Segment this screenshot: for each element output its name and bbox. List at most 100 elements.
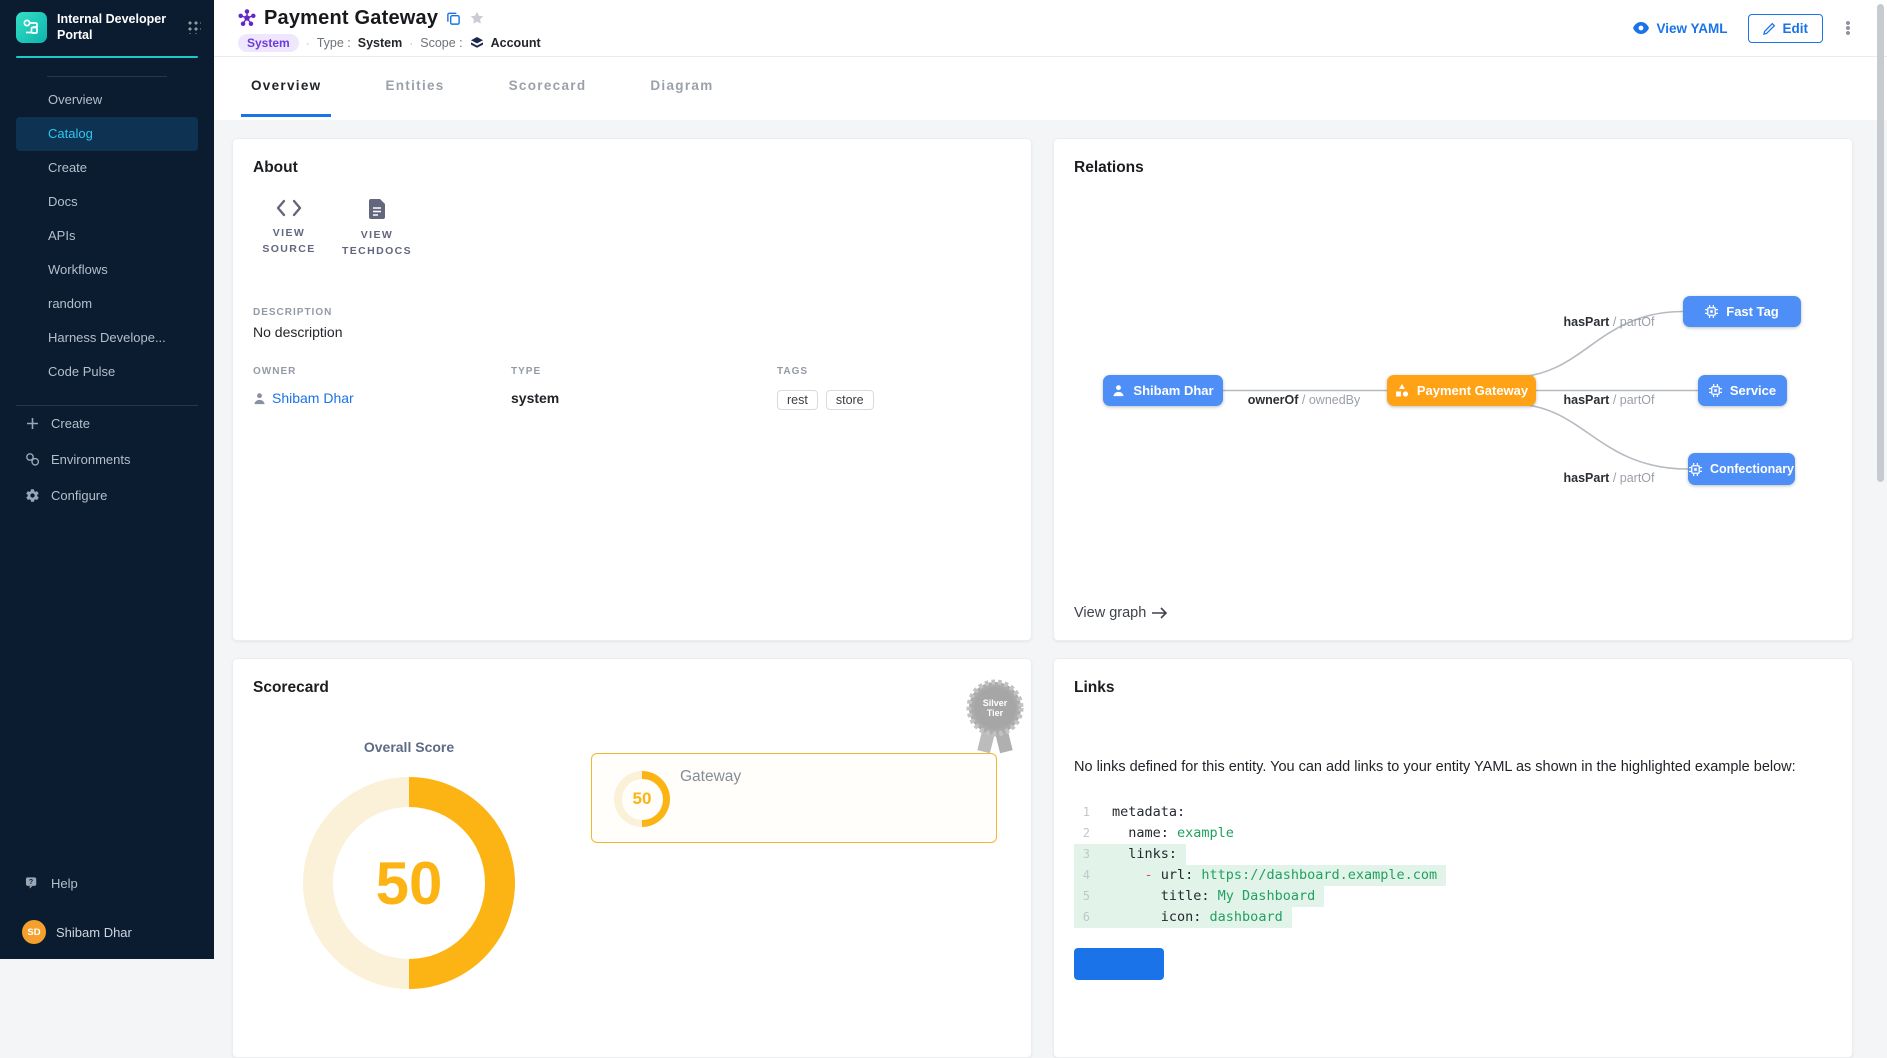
edge-label-1: hasPart / partOf [1563, 315, 1654, 329]
sidebar-create-button[interactable]: Create [0, 406, 214, 442]
tab-scorecard[interactable]: Scorecard [499, 57, 597, 117]
view-graph-link[interactable]: View graph [1074, 605, 1168, 621]
relation-node-fast-tag[interactable]: Fast Tag [1683, 296, 1801, 327]
relation-node-shibam-dhar[interactable]: Shibam Dhar [1103, 375, 1223, 406]
sidebar-environments-button[interactable]: Environments [0, 442, 214, 478]
account-icon [470, 36, 484, 50]
edge-label-3: hasPart / partOf [1563, 471, 1654, 485]
view-yaml-label: View YAML [1656, 21, 1727, 36]
page-scrollbar[interactable] [1877, 4, 1884, 482]
gateway-score-value: 50 [633, 789, 652, 809]
line-number: 5 [1074, 889, 1090, 903]
svg-text:?: ? [29, 879, 33, 886]
relation-node-payment-gateway[interactable]: Payment Gateway [1387, 375, 1536, 406]
user-name: Shibam Dhar [56, 925, 132, 940]
tab-diagram[interactable]: Diagram [640, 57, 723, 117]
sidebar-accent-rule [16, 56, 198, 58]
view-yaml-button[interactable]: View YAML [1633, 21, 1727, 36]
apps-grid-icon[interactable] [187, 20, 201, 34]
tab-overview[interactable]: Overview [241, 57, 331, 117]
tab-bar: Overview Entities Scorecard Diagram [214, 57, 1887, 120]
edge-label-0: ownerOf / ownedBy [1248, 393, 1361, 407]
code-text: title: My Dashboard [1112, 888, 1315, 904]
owner-label: OWNER [253, 366, 354, 377]
content-grid: About VIEW SOURCE VIEW TECHDOCS DESCRIPT… [214, 120, 1887, 1058]
type-value: System [358, 36, 402, 50]
plus-icon [25, 417, 40, 430]
sidebar-item-create[interactable]: Create [0, 151, 214, 185]
links-action-button[interactable] [1074, 948, 1164, 980]
sidebar-item-catalog[interactable]: Catalog [16, 117, 198, 151]
overall-score-value: 50 [376, 849, 443, 918]
sidebar-item-overview[interactable]: Overview [0, 83, 214, 117]
gateway-score-donut: 50 [614, 771, 670, 827]
sidebar: Internal Developer Portal OverviewCatalo… [0, 0, 214, 959]
relation-node-label: Fast Tag [1726, 304, 1779, 319]
tags-section: TAGS reststore [777, 366, 882, 410]
tag-chip-store[interactable]: store [826, 390, 874, 410]
sidebar-item-docs[interactable]: Docs [0, 185, 214, 219]
edge-relation-forward: hasPart [1563, 315, 1609, 329]
overall-score-donut: 50 [303, 777, 515, 989]
view-source-label: VIEW SOURCE [249, 225, 329, 258]
code-text: links: [1112, 846, 1177, 862]
scorecard-gateway-card[interactable]: 50 Gateway [591, 753, 997, 843]
arrow-right-icon [1152, 607, 1168, 619]
sidebar-item-code-pulse[interactable]: Code Pulse [0, 355, 214, 389]
gateway-scorecard-name: Gateway [680, 768, 741, 786]
relation-node-confectionary[interactable]: Confectionary [1688, 453, 1795, 485]
help-label: Help [51, 876, 78, 891]
pencil-icon [1763, 22, 1776, 35]
type-label: TYPE [511, 366, 559, 377]
environments-icon [25, 452, 40, 467]
tier-line2: Tier [987, 708, 1004, 718]
person-icon [1112, 384, 1125, 397]
sidebar-configure-button[interactable]: Configure [0, 478, 214, 514]
tier-line1: Silver [983, 698, 1008, 708]
main-area: Payment Gateway System · Type : System ·… [214, 0, 1887, 959]
chip-icon [1705, 305, 1718, 318]
sidebar-item-apis[interactable]: APIs [0, 219, 214, 253]
sidebar-item-random[interactable]: random [0, 287, 214, 321]
tab-entities[interactable]: Entities [375, 57, 454, 117]
code-line-5: 5 title: My Dashboard [1074, 886, 1324, 907]
app-title: Internal Developer Portal [57, 11, 175, 44]
relations-graph: Shibam Dhar Payment Gateway Fast Tag Servic… [1054, 139, 1852, 640]
system-entity-icon [238, 9, 256, 27]
app-logo[interactable] [16, 12, 47, 43]
edge-relation-forward: hasPart [1563, 393, 1609, 407]
copy-icon[interactable] [446, 11, 461, 26]
edit-button[interactable]: Edit [1748, 14, 1824, 43]
description-value: No description [253, 324, 343, 340]
silver-tier-badge: Silver Tier [961, 678, 1029, 756]
help-button[interactable]: ? Help [0, 867, 214, 899]
edge-relation-forward: hasPart [1563, 471, 1609, 485]
tags-row: rest store [777, 390, 882, 410]
overall-score-label: Overall Score [329, 739, 489, 755]
view-techdocs-label: VIEW TECHDOCS [337, 227, 417, 260]
edit-label: Edit [1783, 21, 1809, 36]
relation-node-label: Confectionary [1710, 462, 1794, 476]
gear-icon [25, 488, 40, 503]
sidebar-nav: OverviewCatalogCreateDocsAPIsWorkflowsra… [0, 83, 214, 389]
relation-node-label: Shibam Dhar [1133, 383, 1213, 398]
line-number: 2 [1074, 826, 1090, 840]
relation-node-service[interactable]: Service [1698, 375, 1787, 406]
star-icon[interactable] [469, 10, 485, 26]
sidebar-item-harness-develope[interactable]: Harness Develope... [0, 321, 214, 355]
view-source-button[interactable]: VIEW SOURCE [245, 191, 333, 268]
more-options-kebab-icon[interactable]: ••• [1843, 21, 1853, 36]
scorecard-title: Scorecard [253, 679, 329, 697]
tag-chip-rest[interactable]: rest [777, 390, 818, 410]
sidebar-item-workflows[interactable]: Workflows [0, 253, 214, 287]
edge-relation-reverse: / partOf [1609, 315, 1654, 329]
view-techdocs-button[interactable]: VIEW TECHDOCS [333, 191, 421, 268]
edge-relation-reverse: / ownedBy [1298, 393, 1360, 407]
docs-icon [368, 199, 386, 219]
scope-label: Scope : [420, 36, 462, 50]
edge-label-2: hasPart / partOf [1563, 393, 1654, 407]
scorecard-card: Scorecard Overall Score 50 50 Gateway Si… [232, 658, 1032, 1058]
owner-link[interactable]: Shibam Dhar [253, 390, 354, 406]
user-menu[interactable]: SD Shibam Dhar [0, 917, 214, 947]
type-value: system [511, 390, 559, 406]
